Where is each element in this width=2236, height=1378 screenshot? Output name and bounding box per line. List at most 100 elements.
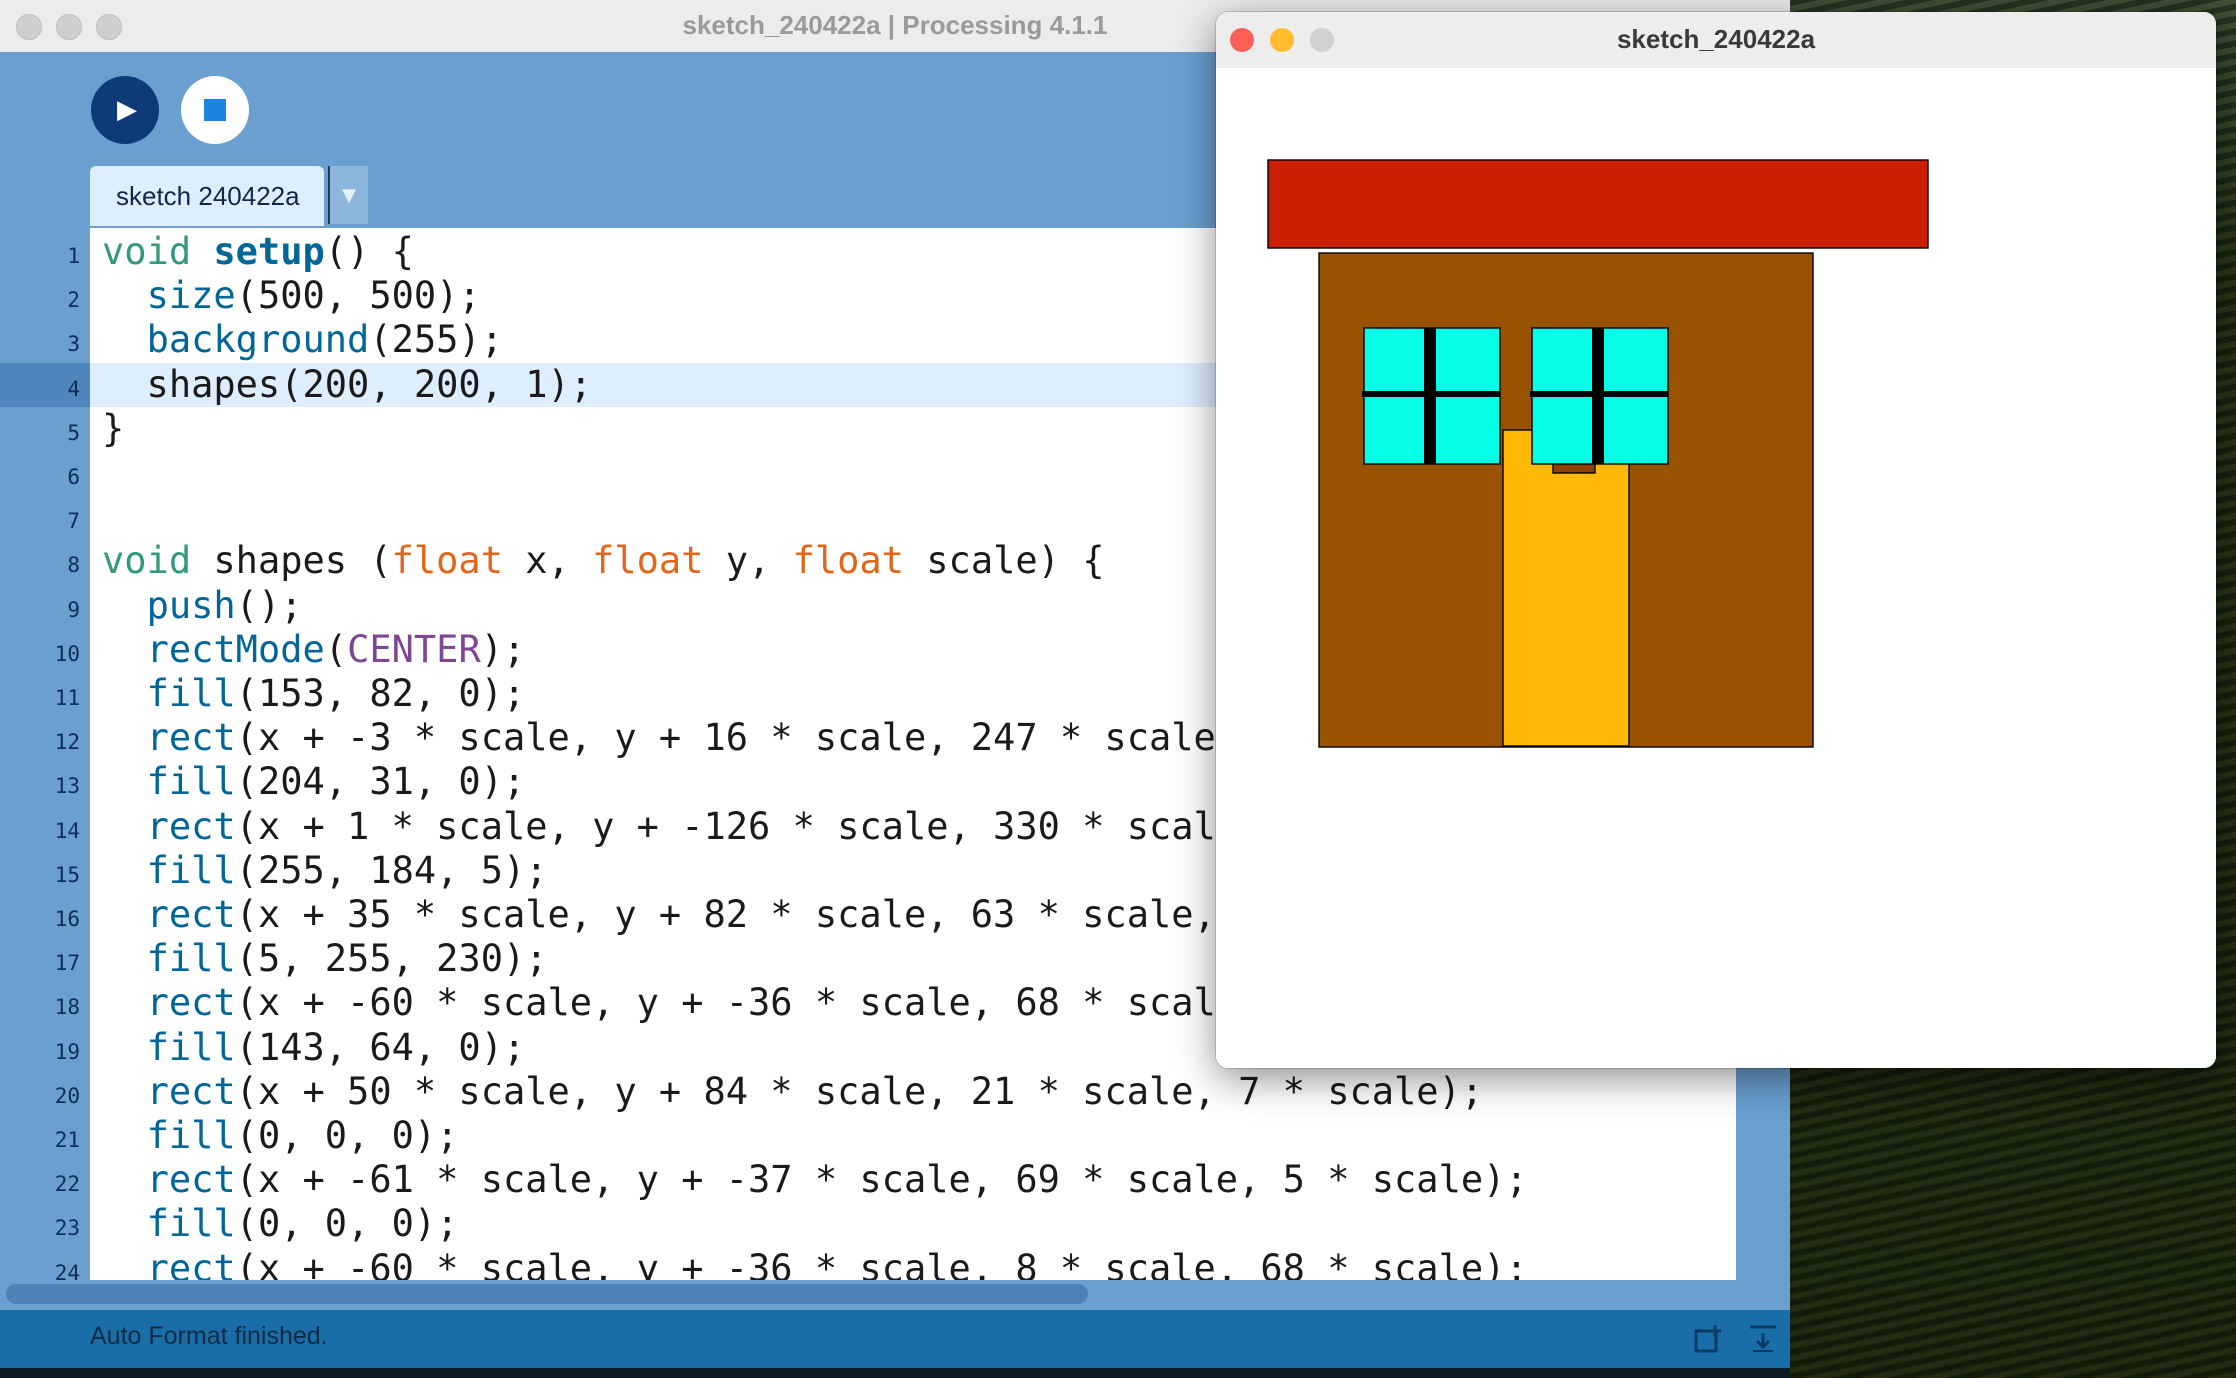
code-line: rect(x + 1 * scale, y + -126 * scale, 33… xyxy=(102,804,1239,849)
code-token: (); xyxy=(235,583,303,627)
code-token: } xyxy=(102,406,125,450)
code-line: rect(x + -3 * scale, y + 16 * scale, 247… xyxy=(102,716,1239,760)
code-line: void shapes (float x, float y, float sca… xyxy=(102,539,1104,583)
code-token: fill xyxy=(146,1025,236,1069)
code-line: fill(143, 64, 0); xyxy=(102,1025,526,1070)
code-token: (0, 0, 0); xyxy=(235,1114,459,1157)
code-token: (0, 0, 0); xyxy=(235,1202,459,1246)
code-token: rect xyxy=(146,1158,236,1202)
line-number: 13 xyxy=(54,774,80,799)
line-number: 10 xyxy=(54,641,80,666)
code-line: void setup() { xyxy=(102,230,414,274)
line-number: 8 xyxy=(67,553,80,578)
line-number-gutter: 1 2 3 4 5 6 7 8 9 10 11 12 13 14 15 16 17 18 19 20 21 22 23 24 xyxy=(0,228,90,1285)
run-button[interactable]: ▶ xyxy=(91,76,159,144)
line-number: 15 xyxy=(54,862,80,887)
code-line: fill(0, 0, 0); xyxy=(102,1114,459,1158)
code-token: (x + -60 * scale, y + -36 * scale, 68 * … xyxy=(235,981,1239,1025)
code-line: fill(5, 255, 230); xyxy=(102,937,548,981)
code-token: shapes ( xyxy=(213,539,392,583)
line-number: 14 xyxy=(54,818,80,843)
line-number: 9 xyxy=(67,597,80,622)
code-token: (153, 82, 0); xyxy=(235,672,526,715)
code-token: void xyxy=(102,539,214,583)
line-number: 20 xyxy=(54,1083,80,1108)
code-token: () { xyxy=(324,230,414,273)
stop-icon xyxy=(204,99,226,121)
tab-sketch[interactable]: sketch 240422a xyxy=(90,166,324,226)
errors-icon[interactable] xyxy=(1746,1322,1780,1356)
code-token: fill xyxy=(146,1114,236,1157)
line-number: 16 xyxy=(54,907,80,931)
line-number: 3 xyxy=(67,332,80,357)
code-line: rect(x + 50 * scale, y + 84 * scale, 21 … xyxy=(102,1069,1484,1114)
code-line: rect(x + -60 * scale, y + -36 * scale, 8… xyxy=(102,1247,1528,1280)
code-token: rect xyxy=(146,1069,236,1113)
code-token: (143, 64, 0); xyxy=(235,1025,526,1069)
sketch-canvas[interactable] xyxy=(1216,68,2216,1068)
code-token: fill xyxy=(146,760,236,804)
code-token: (x + 35 * scale, y + 82 * scale, 63 * sc… xyxy=(235,893,1216,936)
line-number: 7 xyxy=(67,509,80,534)
code-token: float xyxy=(592,539,704,583)
code-line: rect(x + 35 * scale, y + 82 * scale, 63 … xyxy=(102,893,1216,937)
code-token: float xyxy=(391,539,503,583)
code-token: shapes(200, 200, 1); xyxy=(102,362,593,406)
code-token: (255); xyxy=(369,318,503,362)
code-token: CENTER xyxy=(347,627,481,671)
stop-button[interactable] xyxy=(181,76,249,144)
code-token: scale) { xyxy=(904,539,1105,583)
window-right-mullion xyxy=(1592,328,1604,464)
code-token: size xyxy=(146,274,236,318)
sketch-titlebar: sketch_240422a xyxy=(1216,12,2216,69)
sketch-window-title: sketch_240422a xyxy=(1616,24,1816,54)
code-token: fill xyxy=(146,937,236,981)
code-token: fill xyxy=(146,1202,236,1246)
code-token: fill xyxy=(146,672,236,715)
code-token: background xyxy=(146,318,370,362)
code-token: rect xyxy=(146,893,236,936)
code-token: rect xyxy=(146,804,236,848)
line-number: 11 xyxy=(54,686,80,710)
scrollbar-thumb[interactable] xyxy=(6,1284,1088,1304)
code-line: rect(x + -61 * scale, y + -37 * scale, 6… xyxy=(102,1158,1528,1202)
code-line: fill(255, 184, 5); xyxy=(102,849,548,893)
code-token: rect xyxy=(146,1246,236,1280)
code-token: float xyxy=(792,539,904,583)
line-number: 5 xyxy=(67,420,80,445)
code-token: (x + 1 * scale, y + -126 * scale, 330 * … xyxy=(235,804,1239,848)
status-message: Auto Format finished. xyxy=(90,1322,328,1350)
console-icon[interactable] xyxy=(1692,1322,1726,1356)
code-line: background(255); xyxy=(102,318,503,362)
code-token: rectMode xyxy=(146,627,325,671)
line-number: 1 xyxy=(67,244,80,268)
line-number: 18 xyxy=(54,995,80,1020)
sketch-window: sketch_240422a xyxy=(1216,12,2216,1068)
line-number: 6 xyxy=(67,465,80,489)
line-number: 23 xyxy=(54,1216,80,1241)
code-token: (204, 31, 0); xyxy=(235,760,526,804)
code-line: shapes(200, 200, 1); xyxy=(102,362,593,407)
code-line: size(500, 500); xyxy=(102,274,481,318)
line-number: 4 xyxy=(67,376,80,401)
line-number: 2 xyxy=(67,288,80,313)
house-door xyxy=(1502,429,1630,747)
tab-menu-button[interactable]: ▼ xyxy=(328,166,368,224)
code-token: (x + -61 * scale, y + -37 * scale, 69 * … xyxy=(235,1158,1528,1202)
code-token: x, xyxy=(503,539,593,583)
